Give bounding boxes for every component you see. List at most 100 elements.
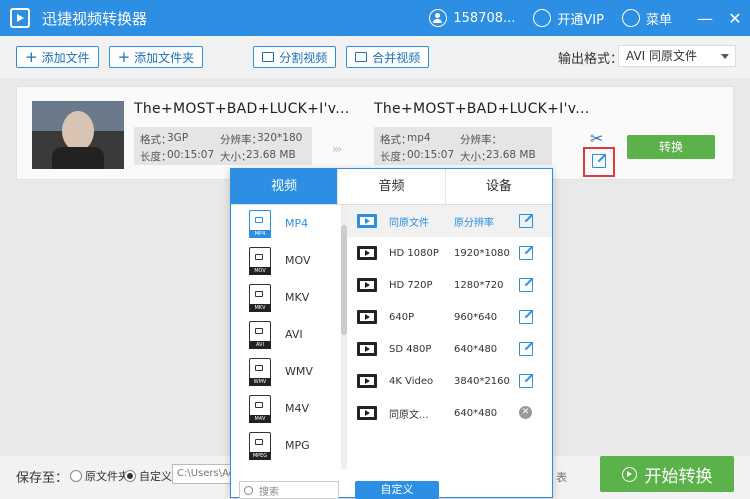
resolution-value: 1280*720	[454, 279, 504, 291]
video-file-icon: WMV	[249, 357, 271, 386]
format-item-mov[interactable]: MOV MOV	[231, 242, 341, 279]
format-popup: 视频 音频 设备 MP4 MP4 MOV MOV MKV MKV AVI AVI WMV…	[230, 168, 553, 499]
user-account[interactable]: 158708...	[429, 9, 515, 27]
resolution-name: 同原文...	[389, 409, 429, 421]
format-item-avi[interactable]: AVI AVI	[231, 316, 341, 353]
delete-icon[interactable]: ✕	[519, 406, 532, 419]
format-item-mkv[interactable]: MKV MKV	[231, 279, 341, 316]
file-item[interactable]: The+MOST+BAD+LUCK+I'v... 格式： 3GP 分辨率： 32…	[16, 86, 734, 180]
add-folder-label: 添加文件夹	[134, 50, 195, 65]
source-length: 00:15:07	[167, 149, 215, 161]
play-icon	[621, 466, 637, 482]
format-search-input[interactable]: 搜索	[239, 481, 339, 499]
edit-icon[interactable]	[519, 310, 533, 324]
source-info: 格式： 3GP 分辨率： 320*180 长度： 00:15:07 大小： 23…	[134, 127, 312, 165]
search-placeholder: 搜索	[259, 486, 279, 498]
video-thumbnail	[32, 101, 124, 169]
resolution-value: 原分辨率	[454, 217, 494, 229]
vip-button[interactable]: 开通VIP	[533, 9, 604, 28]
custom-format-button[interactable]: 自定义	[355, 481, 439, 499]
format-list: MP4 MP4 MOV MOV MKV MKV AVI AVI WMV WMV M4V M4…	[231, 205, 341, 469]
format-label: WMV	[285, 365, 313, 378]
output-format-select[interactable]: AVI 同原文件	[618, 45, 736, 67]
merge-icon	[355, 52, 368, 62]
add-file-button[interactable]: + 添加文件	[16, 46, 99, 68]
user-icon	[429, 9, 448, 27]
video-file-icon: MP4	[249, 209, 271, 238]
tab-device[interactable]: 设备	[446, 169, 552, 204]
video-file-icon: MPEG	[249, 431, 271, 460]
format-label: MKV	[285, 291, 310, 304]
merge-label: 合并视频	[372, 50, 421, 65]
format-item-mpg[interactable]: MPEG MPG	[231, 427, 341, 464]
resolution-name: HD 720P	[389, 279, 433, 291]
format-label: M4V	[285, 402, 310, 415]
radio-checked-icon	[124, 470, 136, 482]
resolution-list: 同原文件 原分辨率 HD 1080P 1920*1080 HD 720P 1280*7…	[347, 205, 552, 429]
film-icon	[357, 406, 377, 420]
video-file-icon: MOV	[249, 246, 271, 275]
add-folder-button[interactable]: + 添加文件夹	[108, 46, 204, 68]
target-file-name: The+MOST+BAD+LUCK+I'v...	[374, 101, 590, 117]
target-size: 23.68 MB	[486, 149, 536, 161]
resolution-item[interactable]: HD 720P 1280*720	[347, 269, 552, 301]
start-convert-button[interactable]: 开始转换	[600, 456, 734, 492]
film-icon	[357, 246, 377, 260]
split-video-button[interactable]: 分割视频	[253, 46, 337, 68]
merge-video-button[interactable]: 合并视频	[346, 46, 430, 68]
minimize-button[interactable]: —	[690, 9, 720, 28]
format-item-wmv[interactable]: WMV WMV	[231, 353, 341, 390]
tab-video[interactable]: 视频	[231, 169, 339, 204]
plus-icon: +	[117, 48, 131, 66]
edit-icon[interactable]	[519, 342, 533, 356]
format-label: AVI	[285, 328, 303, 341]
convert-button[interactable]: 转换	[627, 135, 715, 159]
resolution-item[interactable]: 640P 960*640	[347, 301, 552, 333]
chevron-down-icon	[721, 54, 729, 59]
video-file-icon: MKV	[249, 283, 271, 312]
split-label: 分割视频	[279, 50, 328, 65]
source-file-name: The+MOST+BAD+LUCK+I'v...	[134, 101, 350, 117]
resolution-name: HD 1080P	[389, 247, 439, 259]
close-button[interactable]: ✕	[720, 9, 750, 28]
menu-label: 菜单	[645, 12, 672, 28]
target-length: 00:15:07	[407, 149, 455, 161]
edit-icon[interactable]	[519, 214, 533, 228]
toolbar: + 添加文件 + 添加文件夹 分割视频 合并视频 输出格式： AVI 同原文件	[0, 36, 750, 78]
plus-icon: +	[25, 48, 38, 66]
format-tabs: 视频 音频 设备	[231, 169, 552, 205]
film-icon	[357, 374, 377, 388]
resolution-item[interactable]: HD 1080P 1920*1080	[347, 237, 552, 269]
resolution-item[interactable]: 4K Video 3840*2160	[347, 365, 552, 397]
film-icon	[357, 214, 377, 228]
radio-original-folder[interactable]: 原文件夹	[70, 468, 129, 484]
radio-custom-label: 自定义	[139, 470, 172, 483]
video-file-icon: M4V	[249, 394, 271, 423]
resolution-name: 同原文件	[389, 217, 429, 229]
scissors-icon[interactable]: ✂	[590, 129, 603, 148]
convert-arrow-icon: ›››	[332, 142, 343, 156]
resolution-item[interactable]: 同原文件 原分辨率	[347, 205, 552, 237]
resolution-value: 640*480	[454, 407, 498, 419]
resolution-item[interactable]: SD 480P 640*480	[347, 333, 552, 365]
radio-icon	[70, 470, 82, 482]
radio-custom-folder[interactable]: 自定义	[124, 468, 172, 484]
menu-button[interactable]: 菜单	[621, 9, 672, 28]
format-item-mp4[interactable]: MP4 MP4	[231, 205, 341, 242]
source-resolution: 320*180	[257, 132, 303, 144]
radio-original-label: 原文件夹	[85, 470, 129, 483]
edit-settings-button[interactable]	[583, 147, 615, 177]
edit-icon[interactable]	[519, 374, 533, 388]
format-item-m4v[interactable]: M4V M4V	[231, 390, 341, 427]
tab-audio[interactable]: 音频	[338, 169, 446, 204]
app-logo-icon	[10, 8, 30, 28]
resolution-item[interactable]: 同原文... 640*480 ✕	[347, 397, 552, 429]
film-icon	[357, 310, 377, 324]
source-res-label: 分辨率：	[220, 134, 262, 146]
edit-icon[interactable]	[519, 278, 533, 292]
resolution-name: 4K Video	[389, 375, 434, 387]
edit-icon[interactable]	[519, 246, 533, 260]
output-format-label: 输出格式：	[558, 52, 624, 67]
film-icon	[357, 278, 377, 292]
resolution-name: 640P	[389, 311, 415, 323]
